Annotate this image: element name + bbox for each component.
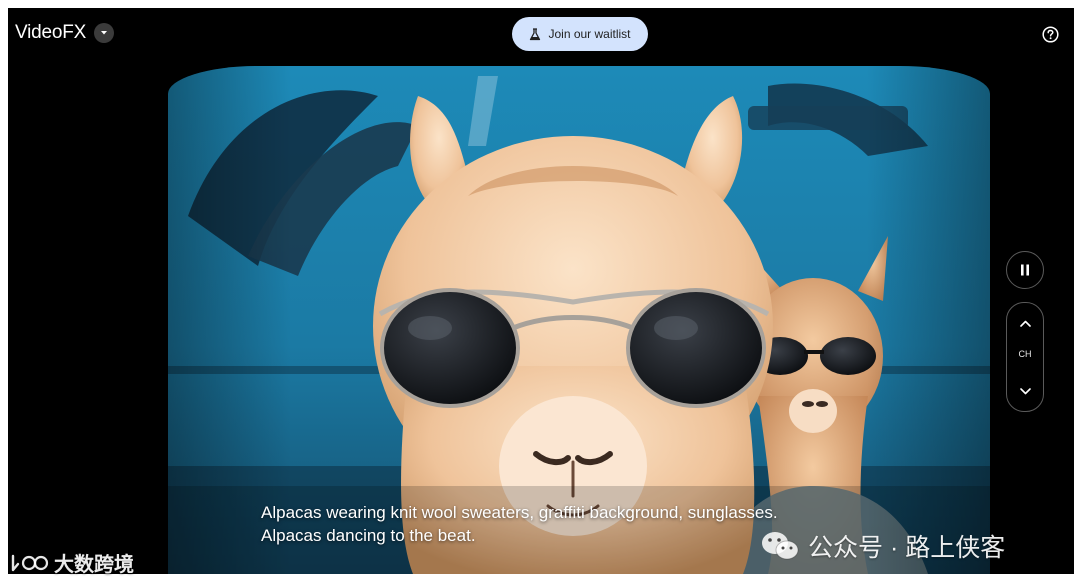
video-frame-image xyxy=(168,66,990,574)
channel-up-button[interactable] xyxy=(1007,309,1043,337)
brand-watermark-text: 大数跨境 xyxy=(54,554,134,576)
brand: VideoFX xyxy=(15,22,115,44)
chevron-down-icon xyxy=(1019,387,1031,394)
join-waitlist-button[interactable]: Join our waitlist xyxy=(512,17,648,51)
wechat-watermark: 公众号 · 路上侠客 xyxy=(760,528,1005,564)
pause-button[interactable] xyxy=(1006,251,1044,289)
app-menu-button[interactable] xyxy=(94,23,115,43)
app-title: VideoFX xyxy=(15,22,87,43)
chevron-up-icon xyxy=(1019,320,1031,327)
help-circle-icon xyxy=(1041,25,1059,43)
app-frame: VideoFX Join our waitlist Alpacas wearin… xyxy=(8,8,1074,574)
pause-icon xyxy=(1021,264,1029,276)
channel-control: CH xyxy=(1006,302,1044,412)
wechat-watermark-text: 公众号 · 路上侠客 xyxy=(808,534,1006,562)
top-bar: VideoFX Join our waitlist xyxy=(8,8,1074,64)
brand-watermark: 大数跨境 xyxy=(10,548,134,577)
brand-logo-icon xyxy=(11,554,49,571)
video-player[interactable] xyxy=(168,66,990,574)
caption-line-2: Alpacas dancing to the beat. xyxy=(261,526,476,545)
caret-down-icon xyxy=(101,31,108,35)
flask-icon xyxy=(530,27,541,40)
video-caption: Alpacas wearing knit wool sweaters, graf… xyxy=(261,501,778,547)
channel-down-button[interactable] xyxy=(1007,377,1043,405)
caption-line-1: Alpacas wearing knit wool sweaters, graf… xyxy=(261,503,778,522)
wechat-icon xyxy=(762,532,799,560)
channel-label: CH xyxy=(1018,349,1032,359)
help-button[interactable] xyxy=(1041,25,1059,43)
join-waitlist-label: Join our waitlist xyxy=(548,27,631,41)
